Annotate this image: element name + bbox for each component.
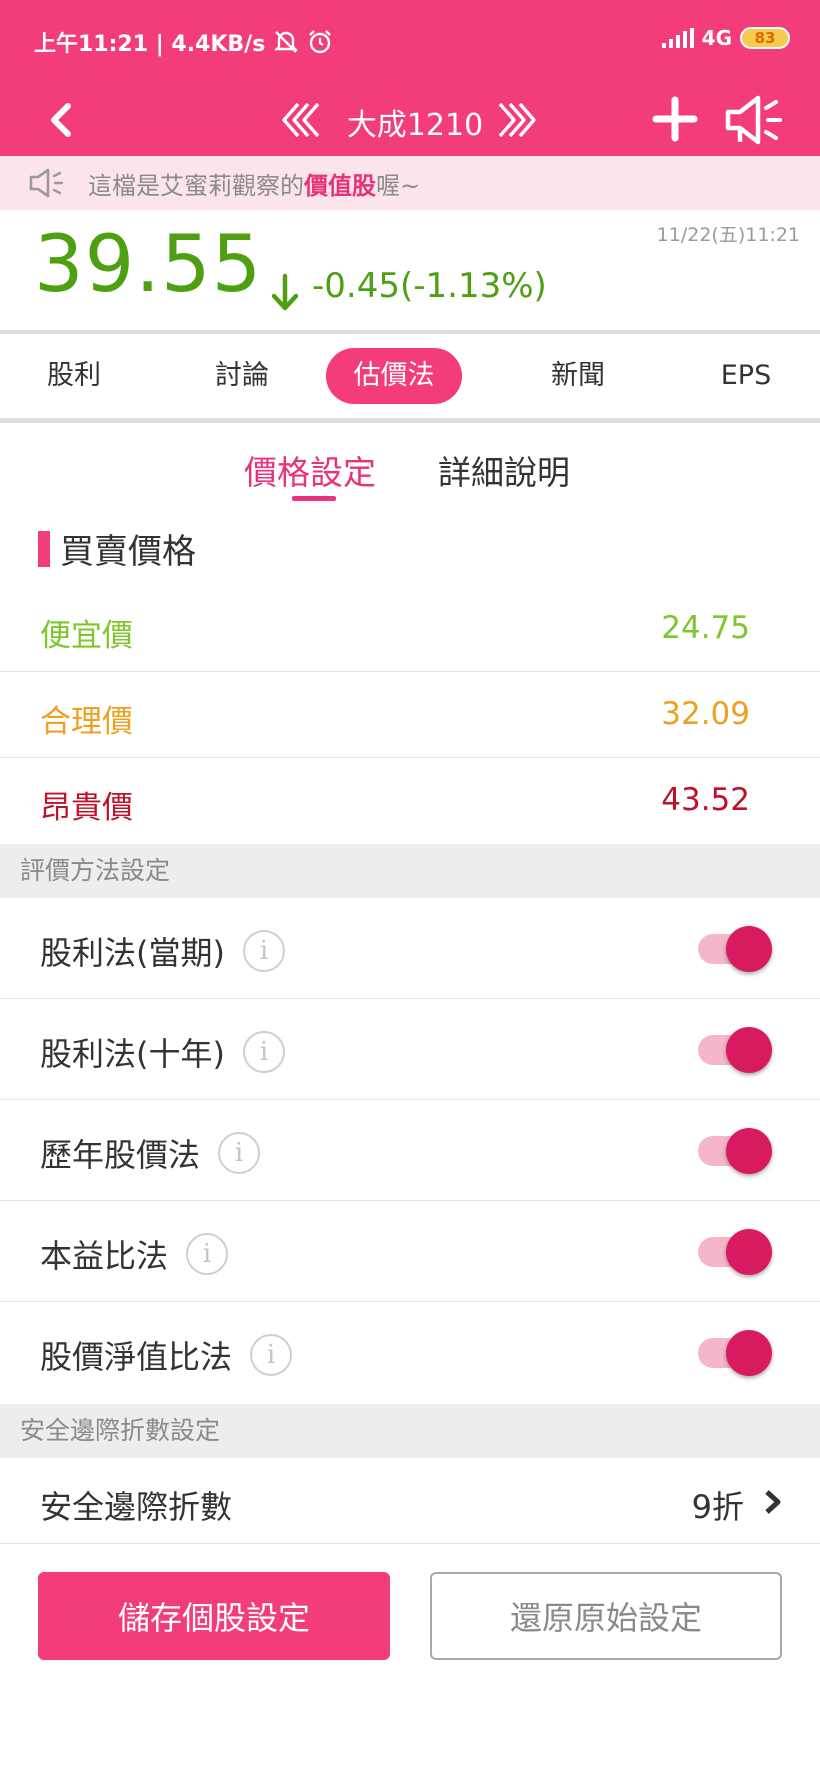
info-icon[interactable]: i [242, 1031, 285, 1073]
method-label: 股價淨值比法 [40, 1338, 233, 1376]
speaker-icon[interactable] [722, 92, 786, 148]
expensive-price-label: 昂貴價 [40, 790, 133, 826]
method-section-header: 評價方法設定 [0, 844, 820, 898]
method-row: 股利法(十年) i [0, 999, 820, 1100]
cheap-price-label: 便宜價 [40, 618, 133, 654]
fair-price-label: 合理價 [40, 704, 133, 740]
battery-icon: 83 [740, 27, 790, 49]
chevron-right-icon [765, 1490, 781, 1514]
safety-margin-value: 9折 [691, 1488, 744, 1526]
tab-news[interactable]: 新聞 [510, 348, 646, 404]
sub-tabs: 價格設定 詳細說明 [0, 446, 820, 506]
method-label: 股利法(當期) [40, 934, 225, 972]
stock-title: 大成1210 [346, 108, 484, 143]
info-icon[interactable]: i [242, 930, 285, 972]
price-change: -0.45(-1.13%) [312, 266, 547, 306]
price-section-label: 買賣價格 [60, 532, 196, 572]
info-icon[interactable]: i [218, 1132, 261, 1174]
method-label: 股利法(十年) [40, 1035, 225, 1073]
next-stock-icon[interactable] [492, 98, 542, 142]
arrow-down-icon [271, 273, 299, 311]
info-icon[interactable]: i [250, 1334, 293, 1376]
announcement-icon [29, 168, 64, 198]
method-row: 本益比法 i [0, 1201, 820, 1302]
fair-price-value: 32.09 [661, 696, 750, 732]
method-toggle[interactable] [698, 1126, 774, 1176]
status-bar: 上午11:21 | 4.4KB/s 4G 83 [0, 0, 820, 84]
quote-timestamp: 11/22(五)11:21 [656, 224, 800, 246]
reset-settings-button[interactable]: 還原原始設定 [430, 1572, 782, 1660]
safety-section-header: 安全邊際折數設定 [0, 1404, 820, 1458]
tab-eps[interactable]: EPS [678, 348, 814, 404]
tab-valuation[interactable]: 估價法 [326, 348, 462, 404]
method-toggle[interactable] [698, 1328, 774, 1378]
method-label: 歷年股價法 [40, 1136, 201, 1174]
safety-margin-label: 安全邊際折數 [40, 1488, 233, 1526]
price-row-cheap: 便宜價 24.75 [0, 586, 820, 672]
add-icon[interactable] [650, 94, 700, 144]
subtab-indicator [292, 496, 336, 501]
divider [0, 418, 820, 423]
notice-prefix: 這檔是艾蜜莉觀察的 [88, 171, 304, 200]
back-icon[interactable] [38, 96, 86, 144]
notifications-off-icon [274, 31, 299, 53]
price-section-title: 買賣價格 [38, 524, 196, 573]
nav-bar: 大成1210 [0, 84, 820, 156]
section-marker [38, 530, 50, 567]
expensive-price-value: 43.52 [661, 782, 750, 818]
method-toggle[interactable] [698, 924, 774, 974]
status-right: 4G 83 [661, 26, 790, 50]
notice-banner: 這檔是艾蜜莉觀察的 價值股 喔~ [0, 156, 820, 210]
subtab-price-settings[interactable]: 價格設定 [244, 446, 376, 494]
divider [0, 330, 820, 334]
price-quote: 39.55 -0.45(-1.13%) 11/22(五)11:21 [0, 210, 820, 330]
method-row: 股價淨值比法 i [0, 1302, 820, 1403]
current-price: 39.55 [34, 220, 263, 310]
status-left: 上午11:21 | 4.4KB/s [34, 26, 333, 58]
tab-discussion[interactable]: 討論 [174, 348, 310, 404]
signal-icon [661, 28, 694, 48]
alarm-icon [309, 30, 332, 54]
tab-dividend[interactable]: 股利 [6, 348, 142, 404]
method-label: 本益比法 [40, 1237, 169, 1275]
price-row-expensive: 昂貴價 43.52 [0, 758, 820, 844]
method-toggle[interactable] [698, 1227, 774, 1277]
notice-highlight: 價值股 [304, 171, 376, 200]
price-row-fair: 合理價 32.09 [0, 672, 820, 758]
info-icon[interactable]: i [186, 1233, 229, 1275]
method-toggle[interactable] [698, 1025, 774, 1075]
status-time-speed: 上午11:21 | 4.4KB/s [34, 32, 266, 57]
previous-stock-icon[interactable] [276, 98, 326, 142]
network-type: 4G [701, 26, 732, 50]
method-row: 股利法(當期) i [0, 898, 820, 999]
save-settings-button[interactable]: 儲存個股設定 [38, 1572, 390, 1660]
method-row: 歷年股價法 i [0, 1100, 820, 1201]
main-tabs: 股利 討論 估價法 新聞 EPS [0, 342, 820, 412]
subtab-details[interactable]: 詳細說明 [438, 446, 570, 494]
cheap-price-value: 24.75 [661, 610, 750, 646]
safety-margin-row[interactable]: 安全邊際折數 9折 [0, 1458, 820, 1544]
battery-level: 83 [754, 29, 776, 47]
notice-suffix: 喔~ [376, 171, 421, 200]
